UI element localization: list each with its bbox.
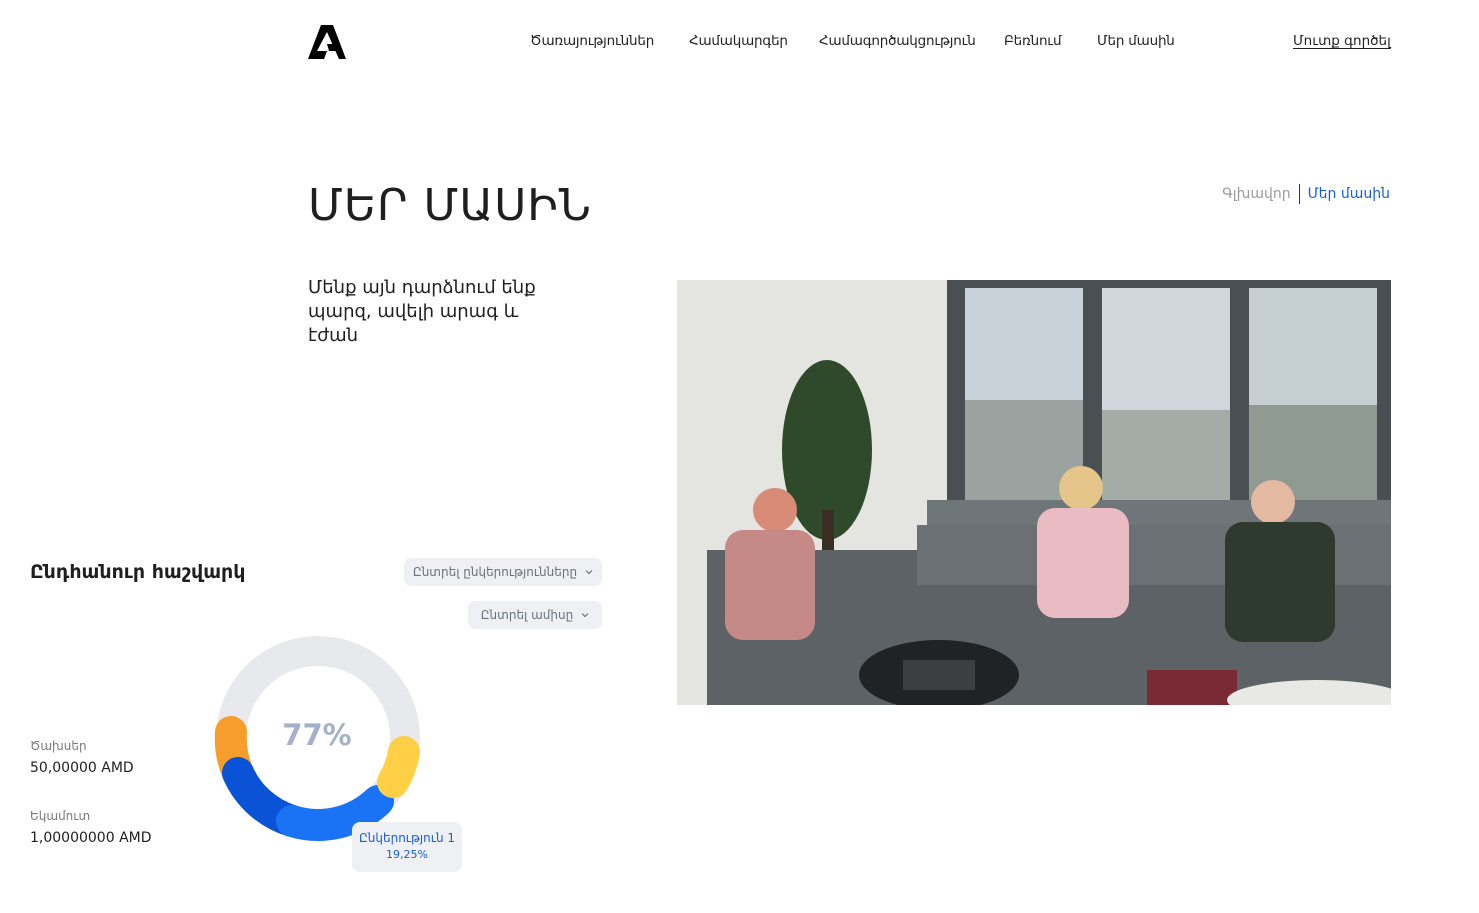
team-meeting-photo [677, 280, 1391, 705]
breadcrumb-current: Մեր մասին [1307, 186, 1390, 202]
login-link[interactable]: Մուտք գործել [1293, 33, 1391, 49]
page-title: ՄԵՐ ՄԱՍԻՆ [308, 180, 592, 231]
tooltip-company: Ընկերություն 1 [358, 831, 456, 845]
brand-logo-icon[interactable] [308, 24, 346, 60]
expenses-value: 50,00000 AMD [30, 760, 134, 776]
income-value: 1,00000000 AMD [30, 830, 152, 846]
intro-text: Մենք այն դարձնում ենք պարզ, ավելի արագ և… [308, 277, 536, 346]
nav-item-about[interactable]: Մեր մասին [1097, 33, 1175, 49]
calculator-title: Ընդհանուր հաշվարկ [30, 561, 246, 583]
breadcrumb-divider [1298, 184, 1300, 204]
month-select[interactable]: Ընտրել ամիսը [468, 601, 602, 629]
chevron-down-icon [585, 570, 593, 575]
services-select[interactable]: Ընտրել ընկերությունները [404, 558, 602, 586]
income-label: Եկամուտ [30, 809, 91, 823]
nav-item-loading[interactable]: Բեռնում [1004, 33, 1062, 49]
nav-item-services[interactable]: Ծառայություններ [530, 33, 654, 49]
nav-item-cooperation[interactable]: Համագործակցություն [819, 33, 976, 49]
nav-item-systems[interactable]: Համակարգեր [689, 33, 788, 49]
tooltip-value: 19,25% [386, 848, 428, 861]
expenses-label: Ծախսեր [30, 739, 87, 753]
month-select-label: Ընտրել ամիսը [480, 608, 574, 622]
breadcrumb-home-link[interactable]: Գլխավոր [1222, 186, 1290, 202]
breadcrumb: Գլխավոր Մեր մասին [1222, 184, 1390, 204]
services-select-label: Ընտրել ընկերությունները [412, 565, 578, 579]
donut-percent: 77% [282, 718, 352, 752]
chevron-down-icon [581, 613, 589, 618]
donut-segment-yellow [377, 736, 420, 798]
chart-tooltip: Ընկերություն 1 19,25% [352, 822, 462, 872]
